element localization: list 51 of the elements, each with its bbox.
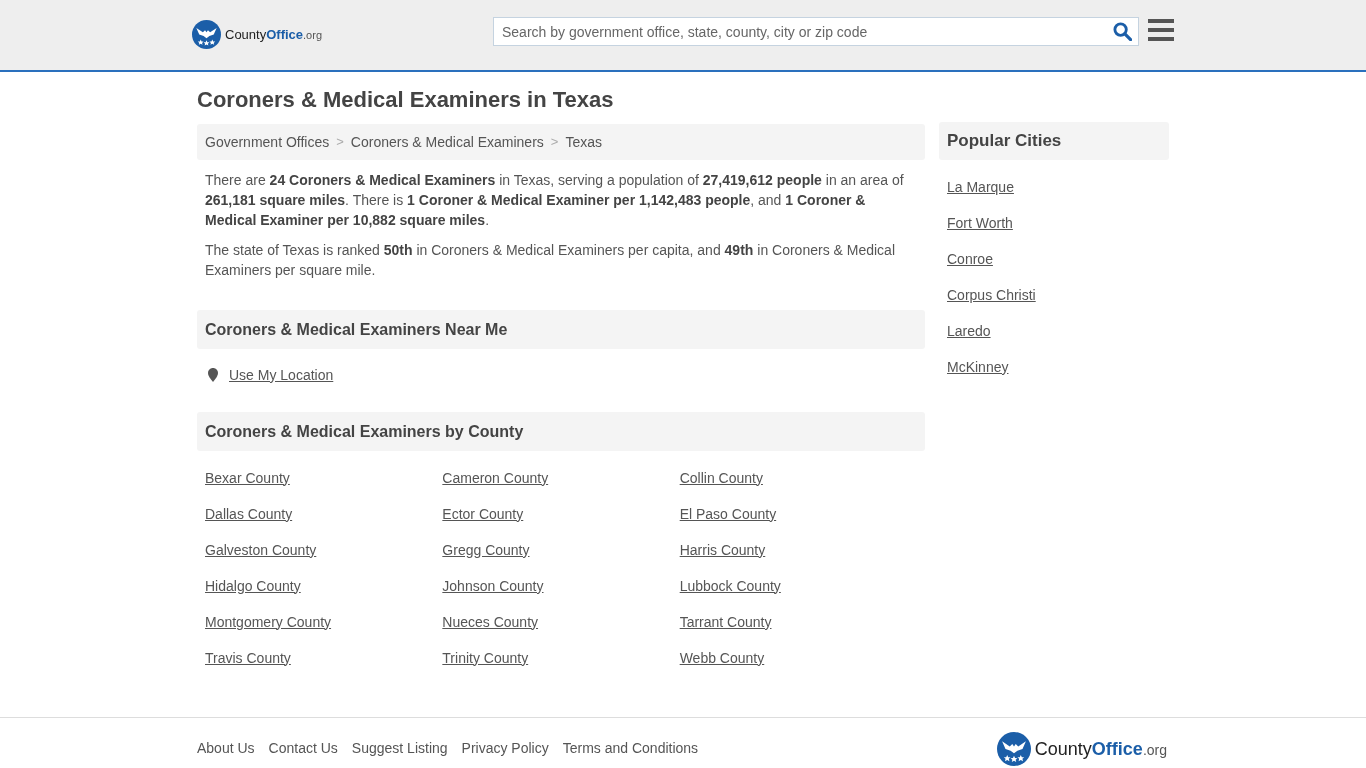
county-link[interactable]: Cameron County [442, 467, 549, 489]
footer-link[interactable]: Privacy Policy [461, 738, 549, 758]
county-link[interactable]: Galveston County [205, 539, 317, 561]
county-link[interactable]: Harris County [679, 539, 766, 561]
location-pin-icon [208, 368, 218, 382]
menu-icon [1148, 19, 1174, 41]
breadcrumb-link[interactable]: Texas [565, 131, 602, 153]
breadcrumb-link[interactable]: Coroners & Medical Examiners [350, 131, 544, 153]
eagle-icon [996, 732, 1031, 766]
county-link[interactable]: Collin County [679, 467, 763, 489]
city-link[interactable]: Conroe [947, 248, 993, 270]
county-link[interactable]: Tarrant County [679, 611, 772, 633]
county-link[interactable]: Lubbock County [679, 575, 781, 597]
footer-logo[interactable]: CountyOffice.org [996, 732, 1167, 766]
city-link[interactable]: La Marque [947, 176, 1014, 198]
city-link[interactable]: McKinney [947, 356, 1009, 378]
footer-link[interactable]: Terms and Conditions [562, 738, 699, 758]
footer-link[interactable]: Contact Us [268, 738, 338, 758]
city-link[interactable]: Fort Worth [947, 212, 1013, 234]
county-link[interactable]: Trinity County [442, 647, 529, 669]
sidebar-heading: Popular Cities [939, 122, 1169, 160]
county-link[interactable]: Hidalgo County [205, 575, 301, 597]
breadcrumb-separator: > [550, 133, 559, 152]
county-link[interactable]: El Paso County [679, 503, 777, 525]
city-link[interactable]: Laredo [947, 320, 991, 342]
page-title: Coroners & Medical Examiners in Texas [197, 86, 615, 114]
site-logo[interactable]: CountyOffice.org [192, 20, 322, 49]
summary-paragraph: There are 24 Coroners & Medical Examiners in Texas, serving a population of 27,419,612 people in an area of 261,181 square miles. There is 1 Coroner & Medical Examiner per 1,142,483 people, and 1 Coroner & Medical Examiner per 10,882 square miles. [204, 171, 905, 230]
county-link[interactable]: Nueces County [442, 611, 539, 633]
search-field[interactable]: Search by government office, state, county, city or zip code [493, 17, 1139, 46]
city-link[interactable]: Corpus Christi [947, 284, 1036, 306]
county-link[interactable]: Gregg County [442, 539, 530, 561]
footer-link[interactable]: About Us [197, 738, 255, 758]
county-link[interactable]: Dallas County [205, 503, 293, 525]
search-button[interactable] [1112, 21, 1133, 42]
menu-button[interactable] [1148, 19, 1174, 41]
section-heading: Coroners & Medical Examiners Near Me [197, 310, 925, 349]
county-link[interactable]: Johnson County [442, 575, 544, 597]
eagle-icon [192, 20, 221, 49]
summary-paragraph: The state of Texas is ranked 50th in Coroners & Medical Examiners per capita, and 49th in Coroners & Medical Examiners per square mile. [204, 241, 896, 280]
search-icon [1113, 22, 1132, 41]
breadcrumb-separator: > [336, 133, 344, 152]
county-link[interactable]: Bexar County [205, 467, 290, 489]
county-link[interactable]: Montgomery County [205, 611, 332, 633]
county-link[interactable]: Ector County [442, 503, 524, 525]
use-location-link[interactable]: Use My Location [229, 364, 334, 386]
breadcrumb-link[interactable]: Government Offices [205, 131, 330, 153]
county-link[interactable]: Webb County [679, 647, 765, 669]
section-heading: Coroners & Medical Examiners by County [197, 412, 925, 451]
footer-link[interactable]: Suggest Listing [351, 738, 448, 758]
county-link[interactable]: Travis County [205, 647, 291, 669]
